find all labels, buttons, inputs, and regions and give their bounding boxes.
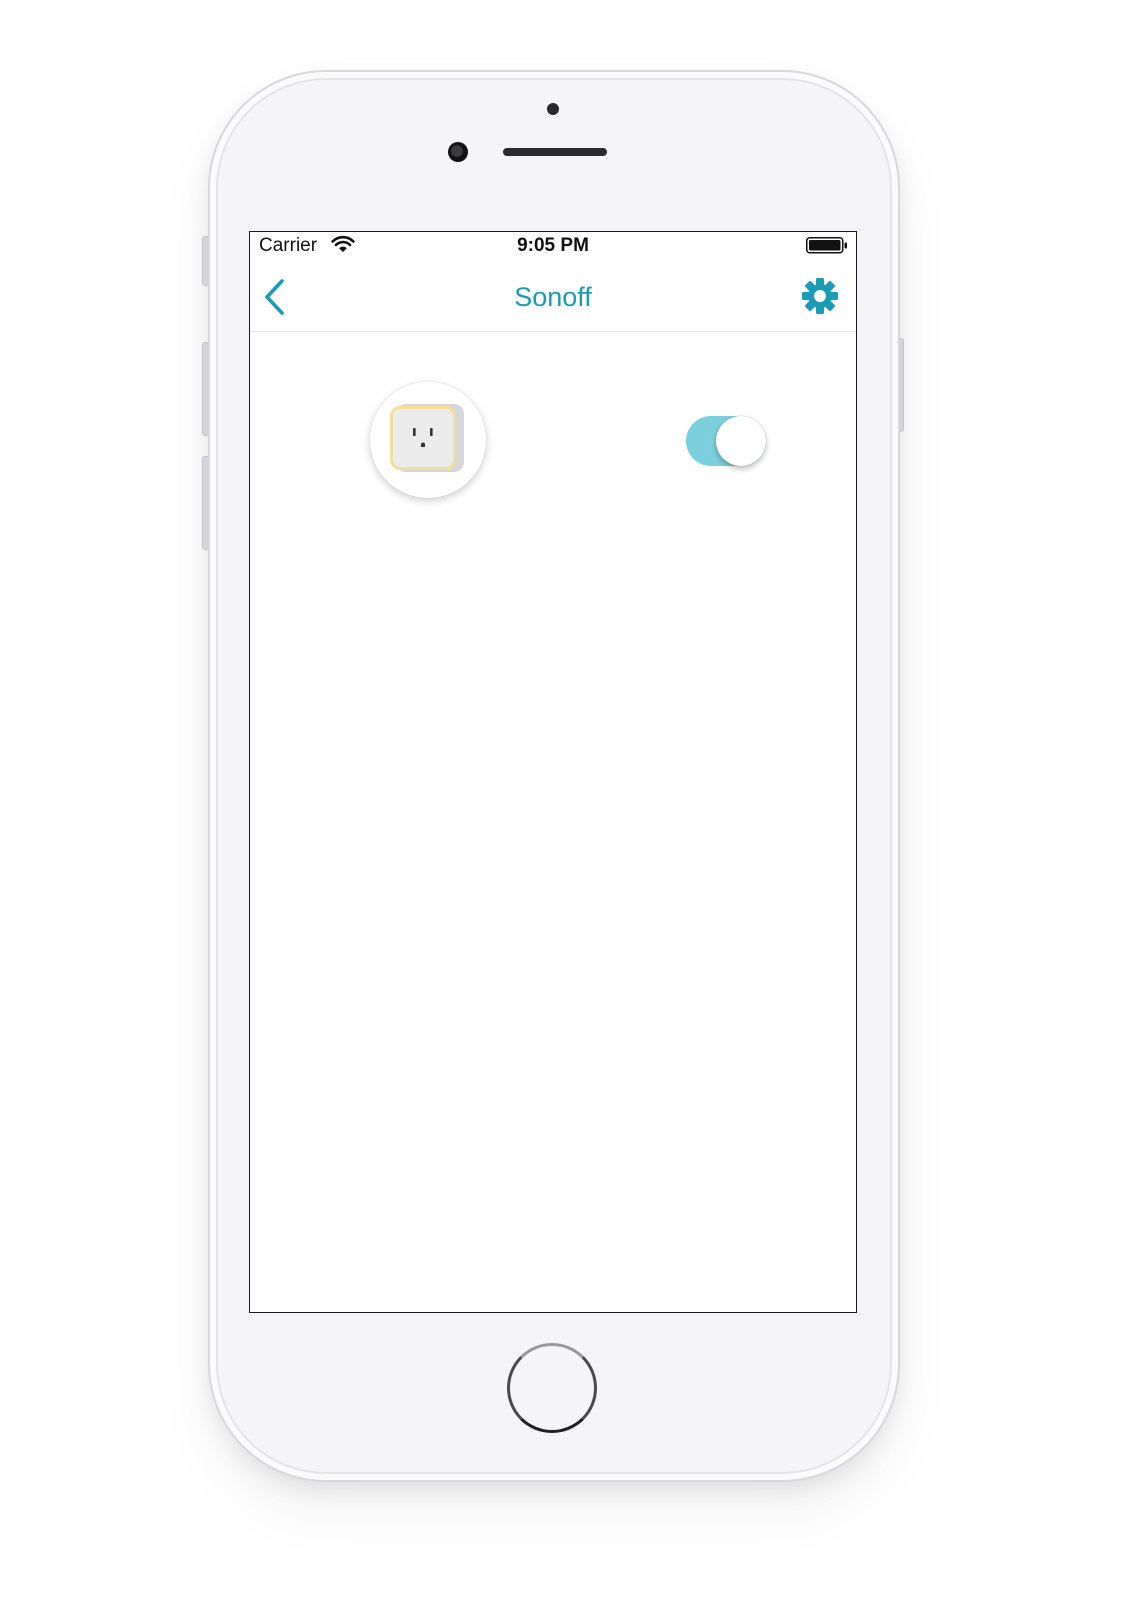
- settings-button[interactable]: [800, 276, 840, 316]
- front-camera: [448, 142, 468, 162]
- stage: Carrier 9:05 PM Sonoff: [0, 0, 1125, 1600]
- app-screen: Carrier 9:05 PM Sonoff: [249, 231, 857, 1313]
- power-switch-toggle[interactable]: [686, 416, 766, 466]
- page-title: Sonoff: [514, 282, 592, 312]
- navigation-bar: Sonoff: [250, 260, 856, 332]
- power-outlet-icon: [390, 406, 456, 470]
- device-icon-button[interactable]: [370, 382, 486, 498]
- status-time: 9:05 PM: [517, 235, 589, 256]
- battery-full-icon: [806, 237, 848, 254]
- toggle-knob: [716, 416, 766, 466]
- home-button[interactable]: [507, 1343, 597, 1433]
- gear-icon: [802, 278, 838, 314]
- earpiece-speaker: [503, 148, 607, 156]
- status-bar: Carrier 9:05 PM: [250, 232, 856, 260]
- proximity-sensor: [547, 103, 559, 115]
